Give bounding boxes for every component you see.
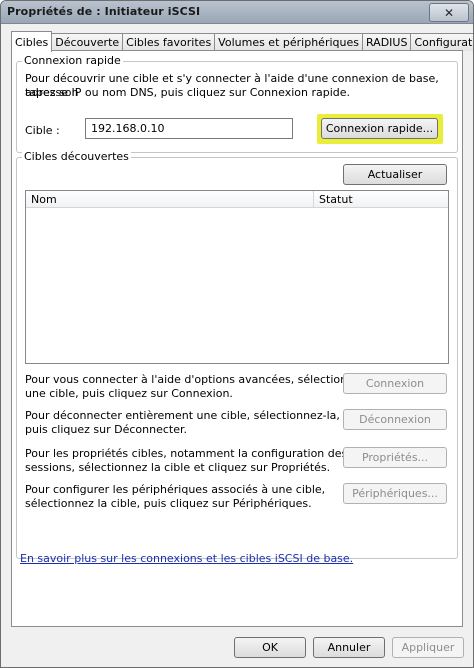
- cancel-button[interactable]: Annuler: [313, 637, 385, 658]
- properties-button[interactable]: Propriétés...: [343, 447, 447, 468]
- tab-configuration[interactable]: Configuration: [410, 33, 473, 51]
- list-header: Nom Statut: [26, 191, 448, 208]
- devices-description-line1: Pour configurer les périphériques associ…: [25, 483, 326, 496]
- target-input[interactable]: [85, 118, 293, 139]
- close-icon: ✕: [443, 5, 455, 20]
- quick-connect-group: Connexion rapide Pour découvrir une cibl…: [16, 54, 458, 153]
- window-title: Propriétés de : Initiateur iSCSI: [7, 5, 201, 18]
- connect-description-line2: une cible, puis cliquez sur Connexion.: [25, 387, 233, 400]
- tab-cibles[interactable]: Cibles: [11, 31, 53, 52]
- refresh-button[interactable]: Actualiser: [343, 164, 447, 185]
- apply-button[interactable]: Appliquer: [392, 637, 464, 658]
- tab-radius[interactable]: RADIUS: [361, 33, 412, 51]
- close-button[interactable]: ✕: [429, 3, 469, 22]
- help-link[interactable]: En savoir plus sur les connexions et les…: [20, 552, 353, 565]
- disconnect-description-line1: Pour déconnecter entièrement une cible, …: [25, 409, 340, 422]
- properties-description-line1: Pour les propriétés cibles, notamment la…: [25, 447, 348, 460]
- disconnect-button[interactable]: Déconnexion: [343, 409, 447, 430]
- quick-connect-description-line2: adresse IP ou nom DNS, puis cliquez sur …: [25, 86, 351, 99]
- quick-connect-button[interactable]: Connexion rapide...: [321, 118, 438, 139]
- properties-window: Propriétés de : Initiateur iSCSI ✕ Cible…: [0, 0, 474, 668]
- devices-description-line2: sélectionnez la cible, puis cliquez sur …: [25, 497, 312, 510]
- ok-button[interactable]: OK: [234, 637, 306, 658]
- discovered-targets-list[interactable]: Nom Statut: [25, 190, 449, 364]
- tab-decouverte[interactable]: Découverte: [51, 33, 124, 51]
- column-header-statut[interactable]: Statut: [314, 191, 448, 208]
- column-header-nom[interactable]: Nom: [26, 191, 314, 208]
- connect-description-line1: Pour vous connecter à l'aide d'options a…: [25, 373, 367, 386]
- disconnect-description-line2: puis cliquez sur Déconnecter.: [25, 423, 187, 436]
- tab-strip: Cibles Découverte Cibles favorites Volum…: [11, 31, 473, 52]
- quick-connect-group-label: Connexion rapide: [22, 54, 123, 67]
- tab-panel-cibles: Connexion rapide Pour découvrir une cibl…: [11, 50, 463, 627]
- connect-button[interactable]: Connexion: [343, 373, 447, 394]
- discovered-targets-group-label: Cibles découvertes: [22, 150, 131, 163]
- target-label: Cible :: [25, 124, 60, 137]
- tab-cibles-favorites[interactable]: Cibles favorites: [122, 33, 216, 51]
- tab-volumes-et-peripheriques[interactable]: Volumes et périphériques: [214, 33, 363, 51]
- devices-button[interactable]: Périphériques...: [343, 483, 447, 504]
- title-bar[interactable]: Propriétés de : Initiateur iSCSI ✕: [1, 1, 473, 24]
- discovered-targets-group: Cibles découvertes Actualiser Nom Statut…: [16, 150, 458, 559]
- properties-description-line2: sessions, sélectionnez la cible et cliqu…: [25, 461, 331, 474]
